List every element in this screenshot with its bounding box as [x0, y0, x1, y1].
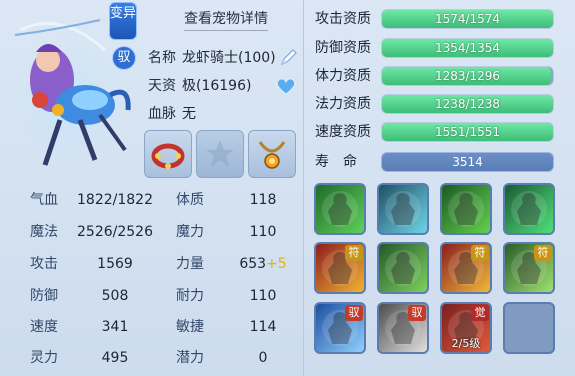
- skill-green-claw-icon: [511, 191, 547, 227]
- attr-value-right: 653+5: [236, 253, 290, 275]
- mount-badge[interactable]: 驭: [112, 46, 136, 70]
- attr-label-right: 潜力: [176, 350, 204, 366]
- pet-bloodline-label: 血脉: [148, 106, 176, 122]
- aptitude-bar: 1574/1574: [381, 9, 554, 29]
- attr-number: 110: [249, 224, 277, 240]
- attr-label-left: 攻击: [30, 256, 58, 272]
- aptitude-label: 体力资质: [315, 68, 371, 84]
- aptitude-bar: 1238/1238: [381, 94, 554, 114]
- aptitude-bar: 1551/1551: [381, 122, 554, 142]
- attr-value-right: 110: [236, 221, 290, 243]
- attr-number: 0: [258, 350, 268, 366]
- aptitude-bar: 1354/1354: [381, 38, 554, 58]
- skill-tag: 觉: [471, 305, 489, 321]
- pet-aptitude-value: 极(16196): [182, 78, 252, 94]
- attr-value-right: 110: [236, 285, 290, 307]
- aptitude-value: 1354/1354: [434, 41, 501, 55]
- aptitude-label: 法力资质: [315, 96, 371, 112]
- collar-item-icon: [151, 143, 185, 169]
- attr-value-left: 495: [101, 350, 129, 366]
- attr-label-right: 耐力: [176, 288, 204, 304]
- skill-tag: 符: [345, 245, 363, 261]
- attr-label-left: 速度: [30, 319, 58, 335]
- attr-value-right: 118: [236, 189, 290, 211]
- skill-teal-figure-icon: [385, 191, 421, 227]
- skill-slot[interactable]: [314, 183, 366, 235]
- pet-attribute-panel: 变异 驭 查看宠物详情 名称龙虾骑士(100) 天资极(16196) 血脉无: [0, 0, 575, 376]
- skill-green-warrior-icon: [322, 191, 358, 227]
- attr-label-right: 魔力: [176, 224, 204, 240]
- skill-slot[interactable]: 觉 2/5级: [440, 302, 492, 354]
- skill-slot[interactable]: 符: [440, 242, 492, 294]
- pet-portrait: 变异 驭: [0, 0, 140, 178]
- attr-value-left: 508: [101, 288, 129, 304]
- skill-slot[interactable]: 符: [503, 242, 555, 294]
- pet-aptitude-row: 天资 极(16196): [148, 76, 251, 96]
- attr-number: 653: [239, 256, 267, 272]
- edit-name-icon[interactable]: [279, 47, 299, 67]
- pet-name-label: 名称: [148, 50, 176, 66]
- equip-slot-2[interactable]: [196, 130, 244, 178]
- skill-tag: 符: [471, 245, 489, 261]
- attr-number: 118: [249, 192, 277, 208]
- aptitude-value: 1283/1296: [434, 69, 501, 83]
- skill-slot[interactable]: 驭: [314, 302, 366, 354]
- mutant-badge: 变异: [109, 2, 137, 40]
- attr-value-right: 0: [236, 347, 290, 369]
- pet-name-row: 名称 龙虾骑士(100): [148, 48, 276, 68]
- skill-level: 2/5级: [451, 337, 481, 350]
- attr-label-right: 敏捷: [176, 319, 204, 335]
- pet-bloodline-value: 无: [182, 106, 196, 122]
- heart-icon[interactable]: [276, 77, 296, 95]
- equip-slot-3[interactable]: [248, 130, 296, 178]
- skill-slot[interactable]: [440, 183, 492, 235]
- attr-label-left: 防御: [30, 288, 58, 304]
- life-value: 3514: [452, 155, 483, 169]
- skill-slot[interactable]: [377, 242, 429, 294]
- attr-value-left: 2526/2526: [77, 224, 153, 240]
- skill-slot[interactable]: [377, 183, 429, 235]
- view-pet-details-link[interactable]: 查看宠物详情: [184, 8, 268, 31]
- attr-label-left: 魔法: [30, 224, 58, 240]
- skill-slot[interactable]: 驭: [377, 302, 429, 354]
- attr-value-left: 1569: [97, 256, 133, 272]
- aptitude-label: 速度资质: [315, 124, 371, 140]
- skill-tag: 符: [534, 245, 552, 261]
- pet-name-value: 龙虾骑士(100): [182, 50, 276, 66]
- pet-bloodline-row: 血脉无: [148, 104, 196, 124]
- skill-slot[interactable]: 符: [314, 242, 366, 294]
- skill-slot[interactable]: [503, 302, 555, 354]
- skill-tag: 驭: [345, 305, 363, 321]
- aptitude-label: 防御资质: [315, 40, 371, 56]
- skill-slot[interactable]: [503, 183, 555, 235]
- equip-slot-1[interactable]: [144, 130, 192, 178]
- attr-number: 110: [249, 288, 277, 304]
- aptitude-label: 攻击资质: [315, 11, 371, 27]
- skill-tag: 驭: [408, 305, 426, 321]
- attr-value-right: 114: [236, 316, 290, 338]
- panel-divider: [303, 0, 304, 376]
- life-bar: 3514: [381, 152, 554, 172]
- attr-value-left: 1822/1822: [77, 192, 153, 208]
- attr-label-right: 力量: [176, 256, 204, 272]
- life-label: 寿 命: [315, 154, 357, 170]
- attr-value-left: 341: [101, 319, 129, 335]
- empty-slot-icon: [206, 140, 234, 167]
- necklace-item-icon: [258, 141, 286, 169]
- attr-number: 114: [249, 319, 277, 335]
- aptitude-bar: 1283/1296: [381, 66, 554, 86]
- attr-label-right: 体质: [176, 192, 204, 208]
- skill-green-brute-icon: [385, 250, 421, 286]
- attr-bonus: +5: [266, 256, 287, 272]
- skill-green-sword-icon: [448, 191, 484, 227]
- aptitude-value: 1551/1551: [434, 125, 501, 139]
- aptitude-value: 1238/1238: [434, 97, 501, 111]
- aptitude-value: 1574/1574: [434, 12, 501, 26]
- pet-aptitude-label: 天资: [148, 78, 176, 94]
- attr-label-left: 灵力: [30, 350, 58, 366]
- attr-label-left: 气血: [30, 192, 58, 208]
